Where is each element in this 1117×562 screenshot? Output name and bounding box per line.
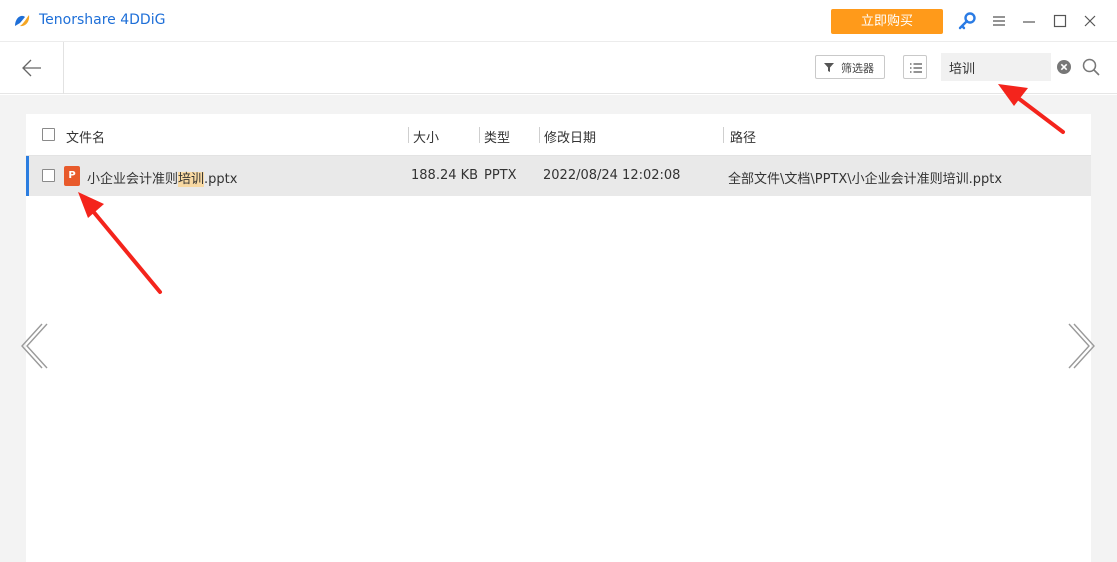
key-icon[interactable] — [956, 10, 978, 32]
file-name-prefix: 小企业会计准则 — [87, 172, 179, 187]
close-button[interactable] — [1078, 9, 1102, 33]
search-input[interactable] — [949, 57, 1049, 77]
buy-now-button[interactable]: 立即购买 — [831, 9, 943, 34]
toolbar: 筛选器 — [0, 42, 1117, 94]
search-match-highlight: 培训 — [178, 172, 205, 187]
header-type[interactable]: 类型 — [484, 127, 510, 146]
header-name[interactable]: 文件名 — [66, 127, 105, 146]
back-button[interactable] — [0, 42, 64, 94]
list-view-icon — [910, 63, 922, 73]
filter-label: 筛选器 — [841, 62, 874, 75]
header-date[interactable]: 修改日期 — [544, 127, 596, 146]
maximize-button[interactable] — [1048, 9, 1072, 33]
view-list-button[interactable] — [903, 55, 927, 79]
previous-page-arrow-icon[interactable] — [16, 320, 50, 372]
table-row[interactable]: P 小企业会计准则培训.pptx 188.24 KB PPTX 2022/08/… — [26, 156, 1091, 196]
title-bar: Tenorshare 4DDiG 立即购买 — [0, 0, 1117, 42]
app-title: Tenorshare 4DDiG — [39, 12, 166, 28]
back-arrow-icon — [22, 59, 41, 77]
column-divider[interactable] — [479, 127, 480, 143]
header-size[interactable]: 大小 — [413, 127, 439, 146]
search-icon[interactable] — [1081, 57, 1101, 77]
file-list-panel: 文件名 大小 类型 修改日期 路径 P 小企业会计准则培训.pptx 188.2… — [26, 114, 1091, 562]
file-name-suffix: .pptx — [204, 172, 238, 187]
file-path: 全部文件\文档\PPTX\小企业会计准则培训.pptx — [728, 172, 1003, 187]
column-divider[interactable] — [723, 127, 724, 143]
column-divider[interactable] — [408, 127, 409, 143]
column-divider[interactable] — [539, 127, 540, 143]
clear-search-icon[interactable] — [1056, 59, 1072, 75]
row-checkbox[interactable] — [42, 169, 55, 182]
maximize-icon — [1053, 14, 1067, 28]
filter-icon — [824, 63, 834, 72]
header-path[interactable]: 路径 — [730, 127, 756, 146]
close-icon — [1084, 15, 1096, 27]
pptx-file-icon: P — [64, 166, 80, 186]
file-type: PPTX — [484, 168, 517, 183]
file-name: 小企业会计准则培训.pptx — [87, 168, 237, 187]
select-all-checkbox[interactable] — [42, 128, 55, 141]
search-box[interactable] — [941, 53, 1051, 81]
minimize-icon — [1023, 21, 1035, 23]
next-page-arrow-icon[interactable] — [1066, 320, 1100, 372]
filter-button[interactable]: 筛选器 — [815, 55, 885, 79]
table-header: 文件名 大小 类型 修改日期 路径 — [26, 114, 1091, 156]
minimize-button[interactable] — [1017, 9, 1041, 33]
file-size: 188.24 KB — [411, 168, 479, 183]
menu-icon — [993, 16, 1005, 26]
menu-button[interactable] — [987, 9, 1011, 33]
file-modified-date: 2022/08/24 12:02:08 — [543, 168, 681, 183]
app-logo-icon — [15, 15, 30, 27]
